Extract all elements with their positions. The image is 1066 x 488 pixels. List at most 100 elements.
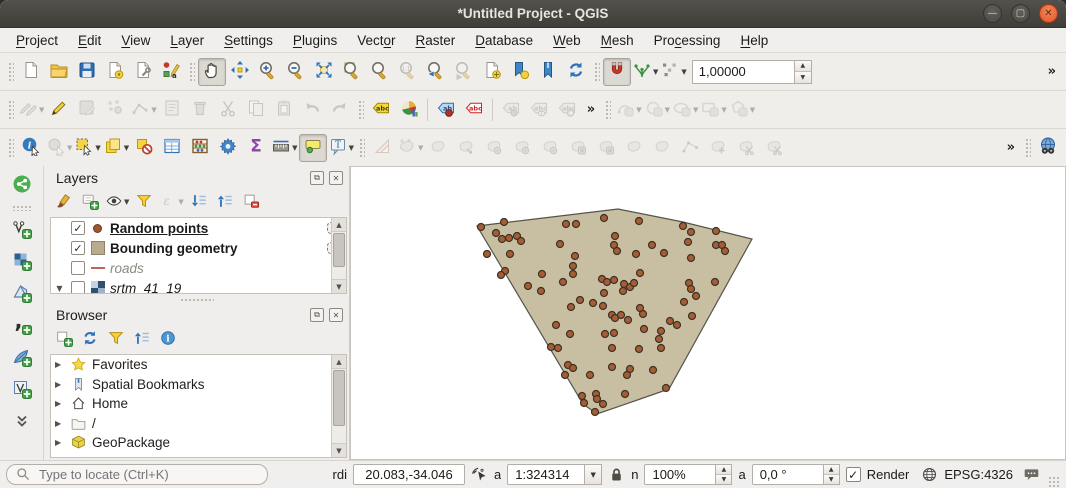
new-spatial-bookmark-button[interactable]	[506, 58, 534, 86]
add-virtual-layer-button[interactable]	[8, 375, 36, 405]
panel-splitter[interactable]	[44, 296, 349, 303]
add-delimited-text-layer-button[interactable]: ,	[8, 311, 36, 341]
text-annotation-button[interactable]: T▼	[327, 134, 355, 162]
toolbar-grip[interactable]	[357, 99, 364, 121]
data-source-manager-button[interactable]	[8, 170, 36, 200]
enable-properties-widget-button[interactable]: i	[156, 327, 180, 351]
pan-map-button[interactable]	[198, 58, 226, 86]
add-group-button[interactable]	[78, 190, 102, 214]
expander-icon[interactable]: ▶	[55, 419, 65, 428]
expand-all-button[interactable]	[187, 190, 211, 214]
refresh-browser-button[interactable]	[78, 327, 102, 351]
snap-tolerance-spinbox[interactable]: 1,00000▲▼	[692, 60, 812, 84]
layer-name[interactable]: roads	[110, 261, 144, 276]
zoom-to-layer-button[interactable]	[366, 58, 394, 86]
layer-row[interactable]: ✓Bounding geometry	[51, 238, 346, 258]
add-raster-layer-button[interactable]	[8, 247, 36, 277]
scale-dropdown-icon[interactable]: ▼	[585, 464, 602, 485]
enable-tracing-button[interactable]: ▼	[631, 58, 659, 86]
zoom-full-button[interactable]	[310, 58, 338, 86]
crs-status[interactable]: EPSG:4326	[944, 467, 1013, 482]
refresh-map-button[interactable]	[562, 58, 590, 86]
toolbar-grip[interactable]	[11, 204, 33, 211]
collapse-all-browser-button[interactable]	[130, 327, 154, 351]
layers-panel-close-button[interactable]: ✕	[329, 171, 343, 185]
toolbar-grip[interactable]	[7, 99, 14, 121]
more-layer-tools-button[interactable]	[8, 407, 36, 437]
select-features-button[interactable]: ▼	[73, 134, 101, 162]
window-size-grip[interactable]	[1048, 476, 1060, 488]
dropdown-arrow-icon[interactable]: ▼	[39, 106, 44, 114]
toggle-extents-icon[interactable]	[471, 466, 488, 483]
map-tips-button[interactable]	[299, 134, 327, 162]
expander-icon[interactable]: ▶	[55, 360, 65, 369]
layers-panel-float-button[interactable]: ⧉	[310, 171, 324, 185]
toolbar-grip[interactable]	[7, 61, 14, 83]
layer-name[interactable]: Bounding geometry	[110, 241, 238, 256]
pin-labels-button[interactable]: ab	[432, 96, 460, 124]
layer-row[interactable]: ▼srtm_41_19	[51, 278, 346, 294]
manage-map-themes-button[interactable]: ▼	[104, 190, 130, 214]
dropdown-arrow-icon[interactable]: ▼	[67, 144, 72, 152]
add-vector-layer-button[interactable]	[8, 215, 36, 245]
add-selected-layers-button[interactable]	[52, 327, 76, 351]
dropdown-arrow-icon[interactable]: ▼	[349, 144, 354, 152]
layer-visibility-checkbox[interactable]	[71, 281, 85, 294]
toolbar-grip[interactable]	[604, 99, 611, 121]
toolbar-grip[interactable]	[7, 137, 14, 159]
enable-snapping-button[interactable]	[603, 58, 631, 86]
new-map-view-button[interactable]	[478, 58, 506, 86]
show-statistics-button[interactable]: Σ	[242, 134, 270, 162]
remove-layer-button[interactable]	[239, 190, 263, 214]
render-checkbox[interactable]: ✓	[846, 467, 861, 482]
toolbar-overflow-button[interactable]: »	[581, 102, 601, 117]
deselect-all-button[interactable]	[130, 134, 158, 162]
browser-item-geopackage[interactable]: ▶GeoPackage	[51, 433, 346, 453]
dropdown-arrow-icon[interactable]: ▼	[721, 106, 726, 114]
maximize-button[interactable]: ▢	[1011, 4, 1030, 23]
open-layer-styling-button[interactable]	[52, 190, 76, 214]
minimize-button[interactable]: —	[983, 4, 1002, 23]
scale-combo[interactable]: 1:324314 ▼	[507, 464, 602, 485]
dropdown-arrow-icon[interactable]: ▼	[151, 106, 156, 114]
toolbar-overflow-button[interactable]: »	[1001, 140, 1021, 155]
new-project-button[interactable]	[17, 58, 45, 86]
toggle-editing-button[interactable]	[45, 96, 73, 124]
browser-item--[interactable]: ▶/	[51, 414, 346, 434]
filter-browser-button[interactable]	[104, 327, 128, 351]
magnifier-spinbox[interactable]: 100% ▲▼	[644, 464, 732, 485]
browser-item-spatialite[interactable]: ▶SpatiaLite	[51, 453, 346, 459]
browser-panel-close-button[interactable]: ✕	[329, 308, 343, 322]
map-canvas[interactable]	[350, 166, 1066, 460]
save-project-button[interactable]	[73, 58, 101, 86]
toolbar-grip[interactable]	[593, 61, 600, 83]
menu-help[interactable]: Help	[730, 30, 778, 51]
dropdown-arrow-icon[interactable]: ▼	[653, 68, 658, 76]
new-print-layout-button[interactable]	[101, 58, 129, 86]
dropdown-arrow-icon[interactable]: ▼	[292, 144, 297, 152]
toolbar-grip[interactable]	[188, 61, 195, 83]
browser-item-favorites[interactable]: ▶Favorites	[51, 355, 346, 375]
select-by-value-button[interactable]: ▼	[102, 134, 130, 162]
browser-panel-float-button[interactable]: ⧉	[310, 308, 324, 322]
menu-settings[interactable]: Settings	[214, 30, 283, 51]
locator-input[interactable]	[37, 466, 259, 483]
expander-icon[interactable]: ▶	[55, 380, 65, 389]
dropdown-arrow-icon[interactable]: ▼	[750, 106, 755, 114]
show-layout-manager-button[interactable]	[129, 58, 157, 86]
toolbar-grip[interactable]	[358, 137, 365, 159]
zoom-to-selection-button[interactable]	[338, 58, 366, 86]
expander-icon[interactable]: ▼	[53, 284, 66, 293]
coordinate-box[interactable]: 20.083,-34.046	[353, 464, 465, 485]
pan-to-selection-button[interactable]	[226, 58, 254, 86]
menu-layer[interactable]: Layer	[160, 30, 214, 51]
layer-row[interactable]: ✓Random points	[51, 218, 346, 238]
layer-diagram-options-button[interactable]	[395, 96, 423, 124]
open-project-button[interactable]	[45, 58, 73, 86]
expander-icon[interactable]: ▶	[55, 438, 65, 447]
layer-row[interactable]: roads	[51, 258, 346, 278]
identify-features-button[interactable]: i	[17, 134, 45, 162]
locator-search[interactable]	[6, 464, 268, 485]
menu-web[interactable]: Web	[543, 30, 591, 51]
toolbar-overflow-button[interactable]: »	[1042, 64, 1062, 79]
